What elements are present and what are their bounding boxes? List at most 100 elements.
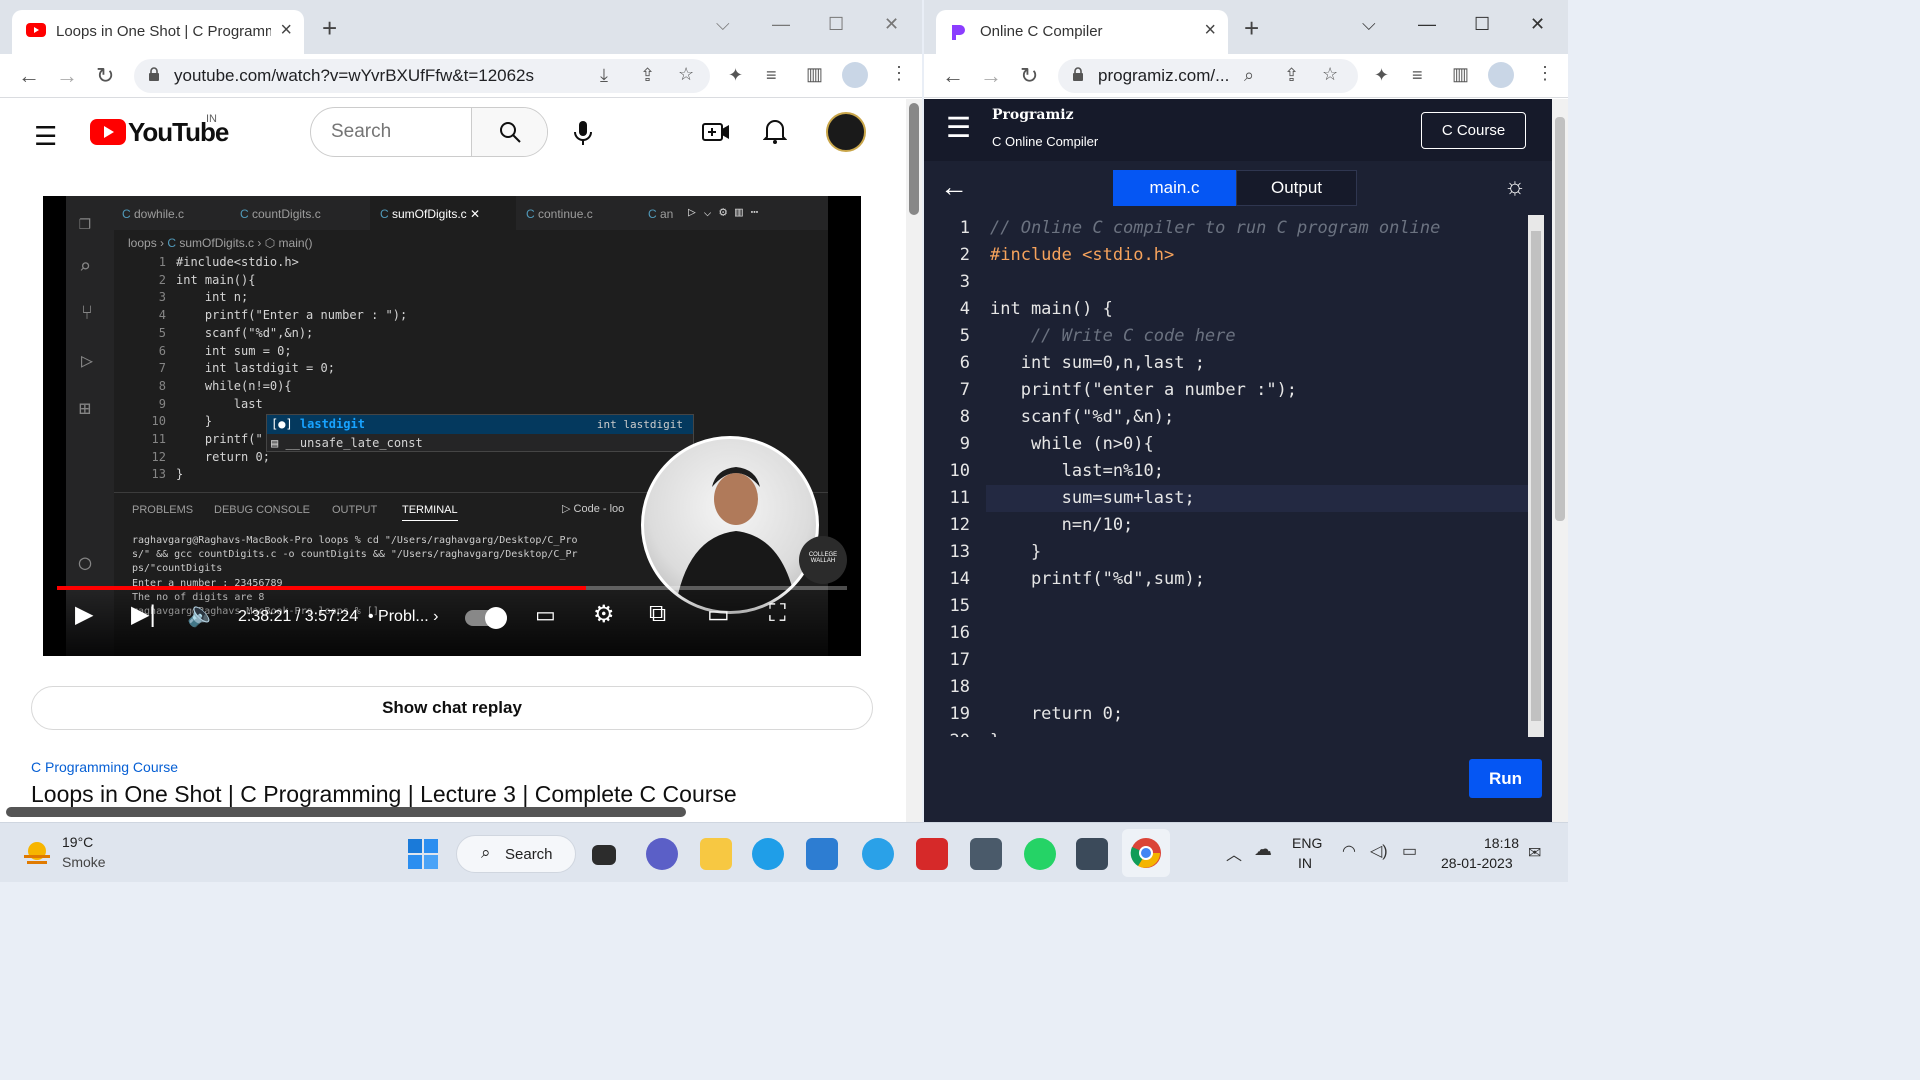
back-icon[interactable]: ← xyxy=(18,63,40,89)
editor-scrollbar[interactable] xyxy=(1528,215,1544,737)
address-bar[interactable]: youtube.com/watch?v=wYvrBXUfFfw&t=12062s… xyxy=(134,59,710,93)
file-explorer-icon[interactable] xyxy=(700,838,732,870)
programiz-logo[interactable]: Programiz xyxy=(992,107,1074,123)
side-panel-icon[interactable]: ▥ xyxy=(1452,64,1469,85)
tab-main-c[interactable]: main.c xyxy=(1113,170,1236,206)
share-icon[interactable]: ⇪ xyxy=(1284,65,1299,86)
language-bottom[interactable]: IN xyxy=(1298,855,1312,871)
profile-avatar[interactable] xyxy=(1488,62,1514,88)
teams-chat-icon[interactable] xyxy=(646,838,678,870)
menu-dots-icon[interactable]: ⋮ xyxy=(1536,63,1554,84)
clock-date[interactable]: 28-01-2023 xyxy=(1441,855,1513,871)
mcafee-icon[interactable] xyxy=(916,838,948,870)
theme-toggle-sun-icon[interactable]: ☼ xyxy=(1504,173,1526,201)
chevron-up-icon[interactable]: ︿ xyxy=(1226,841,1242,865)
microsoft-store-icon[interactable] xyxy=(806,838,838,870)
whatsapp-icon[interactable] xyxy=(1024,838,1056,870)
back-arrow-icon[interactable]: ← xyxy=(940,171,968,203)
close-window-icon[interactable]: ✕ xyxy=(1530,14,1545,35)
camera-icon[interactable] xyxy=(1076,838,1108,870)
fullscreen-icon[interactable]: ⛶ xyxy=(769,600,786,628)
get-help-icon[interactable] xyxy=(862,838,894,870)
new-tab-icon[interactable]: + xyxy=(1244,15,1259,41)
run-button[interactable]: Run xyxy=(1469,759,1542,798)
channel-avatar[interactable] xyxy=(826,112,866,152)
bookmark-star-icon[interactable]: ☆ xyxy=(1322,64,1338,85)
hamburger-menu-icon[interactable]: ☰ xyxy=(946,111,971,144)
weather-temperature[interactable]: 19°C xyxy=(62,834,93,850)
forward-icon[interactable]: → xyxy=(56,63,78,89)
close-tab-icon[interactable]: × xyxy=(1204,19,1216,42)
close-window-icon[interactable]: ✕ xyxy=(884,14,899,35)
create-video-icon[interactable] xyxy=(702,121,730,143)
notification-icon[interactable]: ✉ xyxy=(1528,843,1541,863)
tab-programiz[interactable]: Online C Compiler × xyxy=(936,10,1228,54)
weather-description[interactable]: Smoke xyxy=(62,854,106,870)
tab-search-icon[interactable]: ⌵ xyxy=(716,14,730,35)
windows-start-icon[interactable] xyxy=(408,839,438,869)
minimize-icon[interactable]: — xyxy=(772,14,790,35)
tab-output[interactable]: Output xyxy=(1236,170,1357,206)
reload-icon[interactable]: ↻ xyxy=(96,63,114,89)
reload-icon[interactable]: ↻ xyxy=(1020,63,1038,89)
tab-youtube[interactable]: Loops in One Shot | C Programm × xyxy=(12,10,304,54)
autoplay-toggle[interactable] xyxy=(465,607,507,629)
media-control-icon[interactable]: ≡ xyxy=(766,65,777,86)
tab-search-icon[interactable]: ⌵ xyxy=(1362,14,1376,35)
maximize-icon[interactable]: ☐ xyxy=(1474,14,1490,35)
clock-time[interactable]: 18:18 xyxy=(1484,835,1519,851)
menu-dots-icon[interactable]: ⋮ xyxy=(890,63,908,84)
wifi-icon[interactable]: ◠ xyxy=(1342,841,1356,861)
bookmark-star-icon[interactable]: ☆ xyxy=(678,64,694,85)
task-view-icon[interactable] xyxy=(592,845,616,865)
youtube-logo[interactable]: YouTube IN xyxy=(90,113,229,150)
video-player[interactable]: ❐ ⌕ ⑂ ▷ ⊞ ◯ C dowhile.c C countDigits.c … xyxy=(43,196,861,656)
vscode-line-number: 11 xyxy=(151,432,166,446)
chapter-title[interactable]: • Probl... › xyxy=(368,608,439,626)
search-button[interactable] xyxy=(471,108,547,156)
show-chat-replay-button[interactable]: Show chat replay xyxy=(31,686,873,730)
edge-browser-icon[interactable] xyxy=(752,838,784,870)
back-icon[interactable]: ← xyxy=(942,63,964,89)
next-icon[interactable]: ▶| xyxy=(131,600,156,629)
address-bar[interactable]: programiz.com/... ⌕ ⇪ ☆ xyxy=(1058,59,1358,93)
share-icon[interactable]: ⇪ xyxy=(640,65,655,86)
page-scrollbar[interactable] xyxy=(1552,99,1568,822)
battery-icon[interactable]: ▭ xyxy=(1402,841,1417,861)
hamburger-menu-icon[interactable]: ☰ xyxy=(34,121,57,152)
close-tab-icon[interactable]: × xyxy=(280,19,292,42)
course-link[interactable]: C Programming Course xyxy=(31,759,178,775)
profile-avatar[interactable] xyxy=(842,62,868,88)
side-panel-icon[interactable]: ▥ xyxy=(806,64,823,85)
play-icon[interactable]: ▶ xyxy=(75,600,93,629)
app-icon[interactable] xyxy=(970,838,1002,870)
code-editor[interactable]: 1 // Online C compiler to run C program o… xyxy=(924,215,1528,737)
install-icon[interactable]: ⤓ xyxy=(600,65,608,86)
subtitles-icon[interactable]: ▭ xyxy=(535,602,556,628)
progress-track[interactable] xyxy=(57,586,847,590)
microphone-icon[interactable] xyxy=(572,119,594,147)
taskbar-search-box[interactable]: ⌕ Search xyxy=(456,835,576,873)
chrome-taskbar-active[interactable] xyxy=(1122,829,1170,877)
minimize-icon[interactable]: — xyxy=(1418,14,1436,35)
search-input[interactable] xyxy=(311,108,471,156)
extensions-icon[interactable]: ✦ xyxy=(728,65,743,86)
onedrive-cloud-icon[interactable]: ☁ xyxy=(1254,839,1272,860)
language-top[interactable]: ENG xyxy=(1292,835,1322,851)
notifications-bell-icon[interactable] xyxy=(763,117,787,145)
new-tab-icon[interactable]: + xyxy=(322,15,337,41)
extensions-icon[interactable]: ✦ xyxy=(1374,65,1389,86)
volume-icon[interactable]: ◁) xyxy=(1370,841,1388,861)
zoom-icon[interactable]: ⌕ xyxy=(1244,65,1254,86)
theater-mode-icon[interactable]: ▭ xyxy=(707,600,730,629)
maximize-icon[interactable]: ☐ xyxy=(828,14,844,35)
horizontal-scrollbar[interactable] xyxy=(6,807,686,817)
miniplayer-icon[interactable]: ⧉ xyxy=(649,600,666,628)
vertical-scrollbar[interactable] xyxy=(906,99,922,822)
media-control-icon[interactable]: ≡ xyxy=(1412,65,1423,86)
tab-title: Online C Compiler xyxy=(980,23,1103,40)
forward-icon[interactable]: → xyxy=(980,63,1002,89)
volume-icon[interactable]: 🔈 xyxy=(187,600,217,629)
settings-gear-icon[interactable]: ⚙ xyxy=(593,600,615,629)
c-course-button[interactable]: C Course xyxy=(1421,112,1526,149)
